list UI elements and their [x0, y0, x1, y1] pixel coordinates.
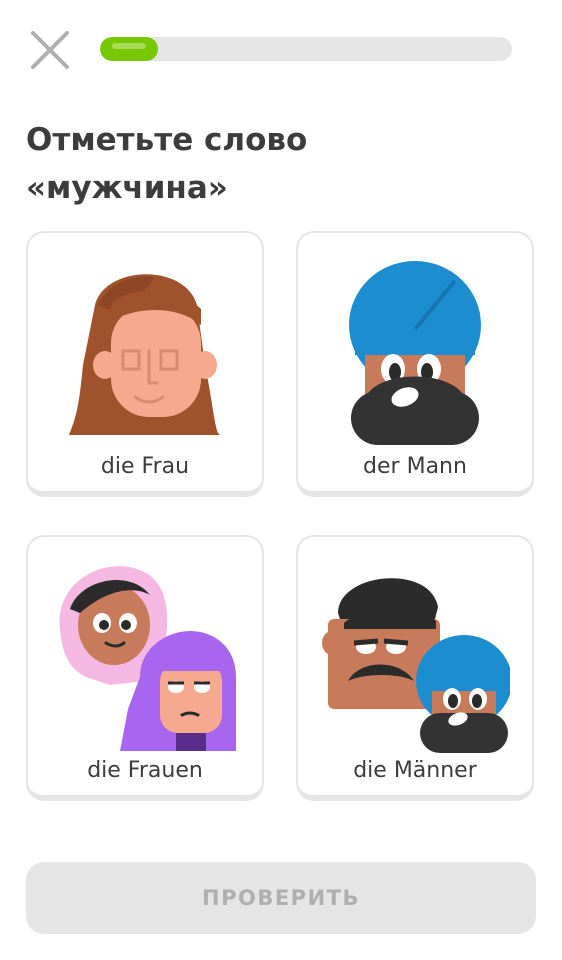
choice-card-die-frau[interactable]: die Frau	[26, 231, 264, 497]
choice-label: die Frauen	[87, 758, 203, 783]
choice-card-die-frauen[interactable]: die Frauen	[26, 535, 264, 801]
exercise-prompt: Отметьте слово «мужчина»	[26, 116, 526, 212]
choice-card-der-mann[interactable]: der Mann	[296, 231, 534, 497]
man-turban-illustration	[349, 261, 481, 445]
choice-label: die Männer	[353, 758, 477, 783]
close-x-icon	[31, 31, 69, 69]
progress-bar-shine	[112, 43, 146, 49]
choice-label: der Mann	[363, 454, 467, 479]
choice-card-die-maenner[interactable]: die Männer	[296, 535, 534, 801]
check-button[interactable]: ПРОВЕРИТЬ	[26, 862, 536, 934]
choice-label: die Frau	[100, 454, 190, 479]
women-illustration	[59, 566, 236, 751]
check-button-label: ПРОВЕРИТЬ	[202, 886, 360, 910]
progress-bar	[100, 37, 512, 61]
prompt-line-1: Отметьте слово	[26, 122, 308, 158]
close-button[interactable]	[28, 28, 72, 72]
men-illustration	[322, 578, 510, 753]
progress-bar-fill	[100, 37, 158, 61]
woman-illustration	[69, 274, 221, 435]
prompt-line-2: «мужчина»	[26, 170, 228, 206]
